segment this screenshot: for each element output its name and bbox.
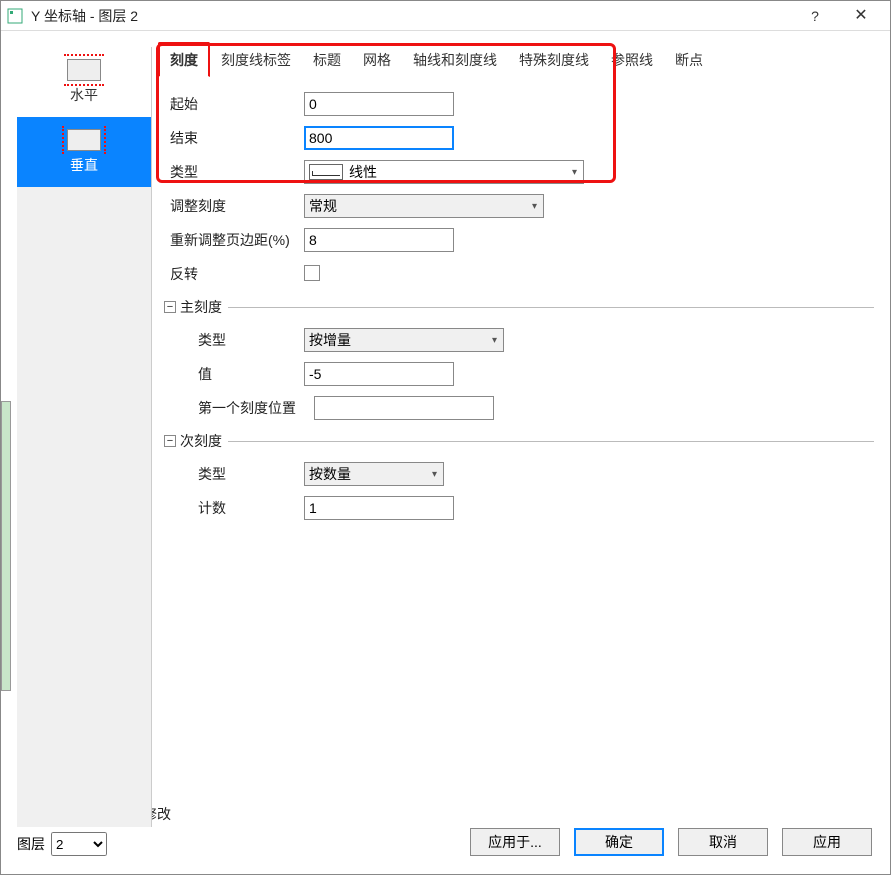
chevron-down-icon: ▾ xyxy=(492,335,497,346)
window-title: Y 坐标轴 - 图层 2 xyxy=(31,6,792,26)
tab-ticklabels[interactable]: 刻度线标签 xyxy=(210,43,302,77)
combo-minor-type[interactable]: 按数量 ▾ xyxy=(304,462,444,486)
tab-reference-lines[interactable]: 参照线 xyxy=(600,43,664,77)
label-major-value: 值 xyxy=(164,364,304,384)
sidebar-item-vertical[interactable]: 垂直 xyxy=(17,117,151,187)
checkbox-reverse[interactable] xyxy=(304,265,320,281)
label-first-tick: 第一个刻度位置 xyxy=(164,398,314,418)
tab-special-ticks[interactable]: 特殊刻度线 xyxy=(508,43,600,77)
sidebar-item-label: 水平 xyxy=(70,85,98,105)
vertical-axis-icon xyxy=(67,129,101,151)
settings-pane: 刻度 刻度线标签 标题 网格 轴线和刻度线 特殊刻度线 参照线 断点 起始 结束 xyxy=(152,31,890,874)
titlebar: Y 坐标轴 - 图层 2 ? ✕ xyxy=(1,1,890,31)
chevron-down-icon: ▾ xyxy=(572,167,577,178)
legend-minor: 次刻度 xyxy=(180,431,222,451)
tab-title[interactable]: 标题 xyxy=(302,43,352,77)
legend-major: 主刻度 xyxy=(180,297,222,317)
content-area: 水平 垂直 刻度 刻度线标签 标题 网格 轴线和刻度线 特殊刻度线 参照线 断点 xyxy=(1,31,890,874)
linear-icon xyxy=(309,164,343,180)
label-end: 结束 xyxy=(164,128,304,148)
combo-scale-type[interactable]: 线性 ▾ xyxy=(304,160,584,184)
label-start: 起始 xyxy=(164,94,304,114)
chevron-down-icon: ▾ xyxy=(532,201,537,212)
input-end[interactable] xyxy=(304,126,454,150)
label-adjust: 调整刻度 xyxy=(164,196,304,216)
input-minor-count[interactable] xyxy=(304,496,454,520)
input-major-value[interactable] xyxy=(304,362,454,386)
combo-major-type[interactable]: 按增量 ▾ xyxy=(304,328,504,352)
label-reverse: 反转 xyxy=(164,264,304,284)
input-first-tick[interactable] xyxy=(314,396,494,420)
label-major-type: 类型 xyxy=(164,330,304,350)
tab-grid[interactable]: 网格 xyxy=(352,43,402,77)
label-margin: 重新调整页边距(%) xyxy=(164,230,304,250)
close-button[interactable]: ✕ xyxy=(838,1,884,31)
tab-bar: 刻度 刻度线标签 标题 网格 轴线和刻度线 特殊刻度线 参照线 断点 xyxy=(152,43,714,77)
combo-scale-type-value: 线性 xyxy=(349,162,377,182)
dialog-window: Y 坐标轴 - 图层 2 ? ✕ 水平 垂直 刻度 刻度线标签 标题 网格 轴线 xyxy=(0,0,891,875)
sidebar-item-label: 垂直 xyxy=(70,155,98,175)
combo-adjust-value: 常规 xyxy=(309,196,337,216)
group-minor-ticks: − 次刻度 类型 按数量 ▾ 计数 xyxy=(164,431,874,525)
tab-scale[interactable]: 刻度 xyxy=(158,42,210,77)
collapse-toggle-minor[interactable]: − xyxy=(164,435,176,447)
horizontal-axis-icon xyxy=(67,59,101,81)
app-icon xyxy=(7,8,23,24)
input-start[interactable] xyxy=(304,92,454,116)
axis-sidebar: 水平 垂直 xyxy=(17,47,152,827)
tab-lines-ticks[interactable]: 轴线和刻度线 xyxy=(402,43,508,77)
help-button[interactable]: ? xyxy=(792,1,838,31)
tab-breaks[interactable]: 断点 xyxy=(664,43,714,77)
collapse-toggle-major[interactable]: − xyxy=(164,301,176,313)
label-type: 类型 xyxy=(164,162,304,182)
label-minor-count: 计数 xyxy=(164,498,304,518)
combo-minor-type-value: 按数量 xyxy=(309,464,351,484)
combo-major-type-value: 按增量 xyxy=(309,330,351,350)
label-minor-type: 类型 xyxy=(164,464,304,484)
sidebar-item-horizontal[interactable]: 水平 xyxy=(17,47,151,117)
scale-form: 起始 结束 类型 线性 ▾ xyxy=(164,87,874,525)
chevron-down-icon: ▾ xyxy=(432,469,437,480)
combo-adjust[interactable]: 常规 ▾ xyxy=(304,194,544,218)
group-major-ticks: − 主刻度 类型 按增量 ▾ 值 xyxy=(164,297,874,425)
input-margin[interactable] xyxy=(304,228,454,252)
